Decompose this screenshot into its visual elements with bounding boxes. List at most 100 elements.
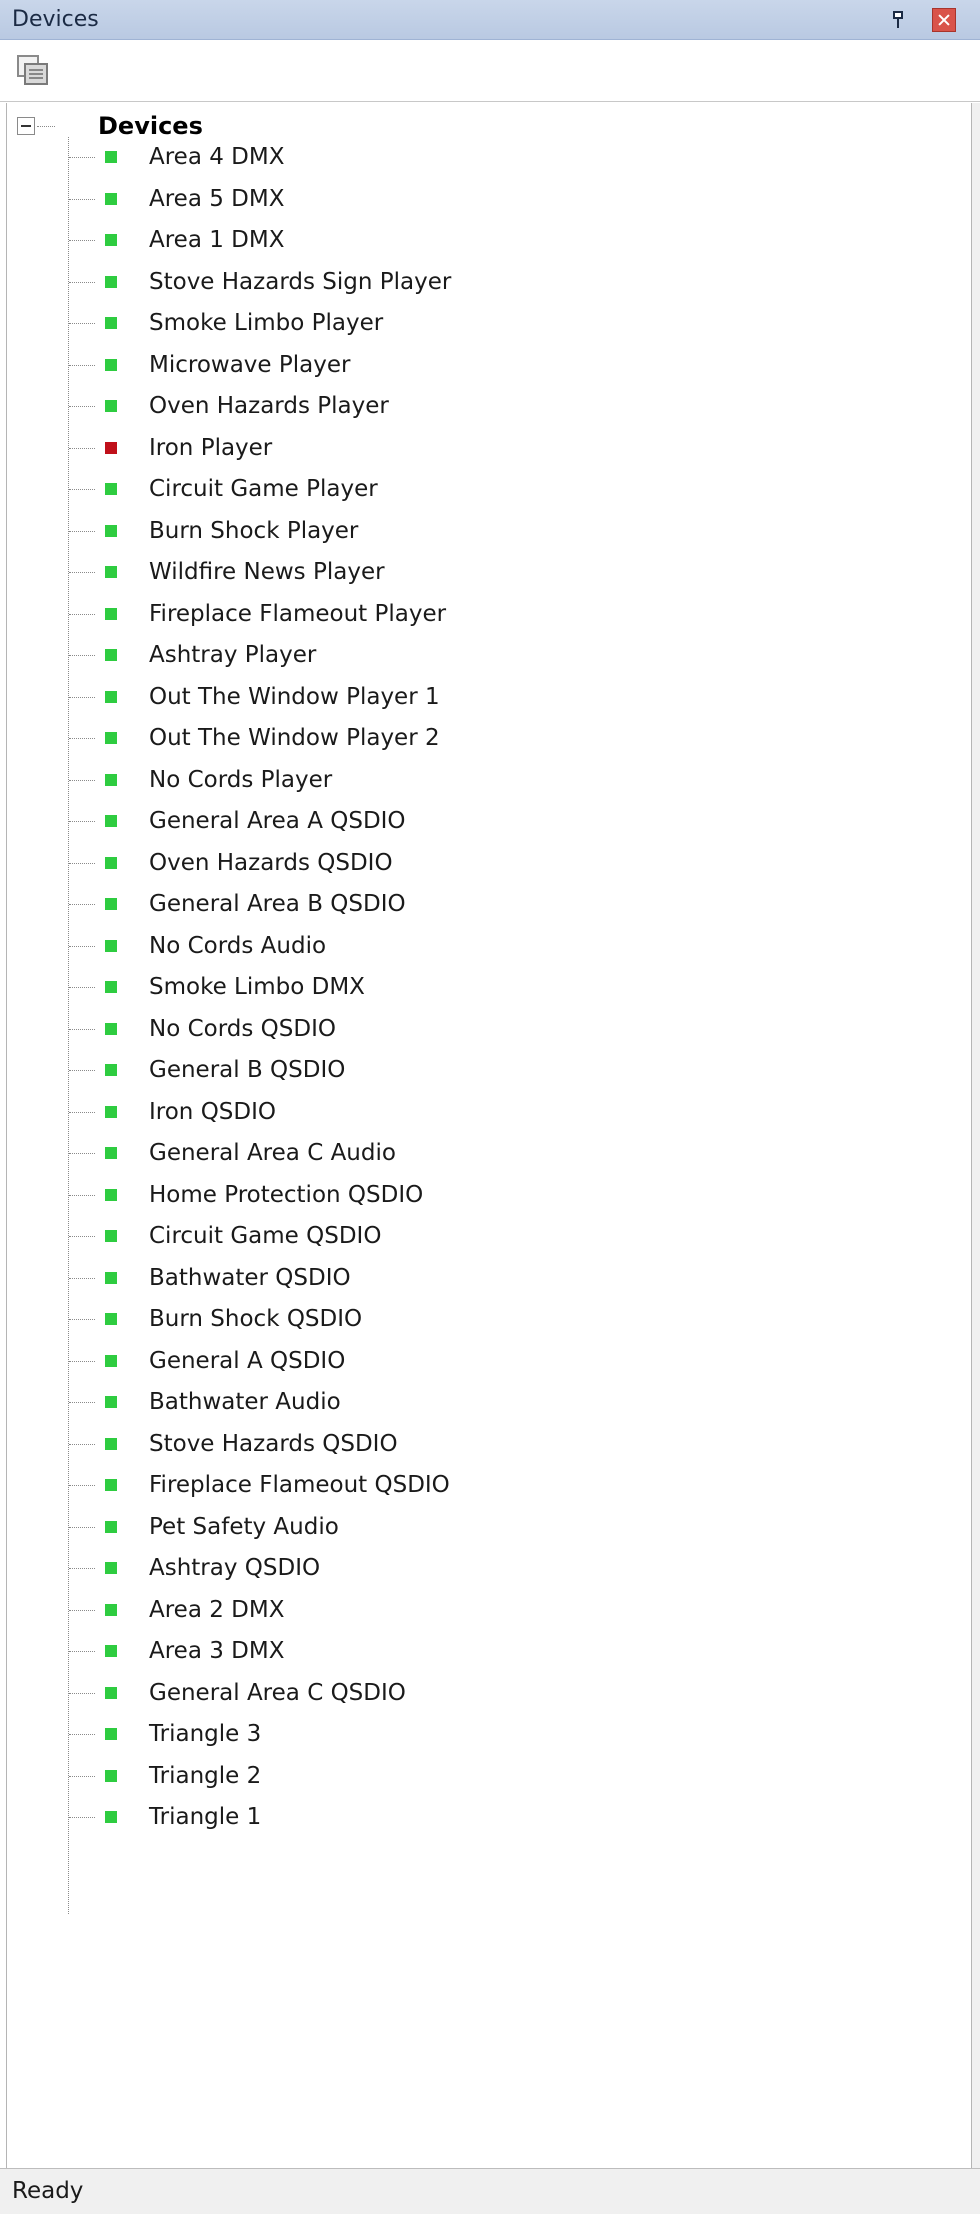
tree-item-label: General Area C Audio bbox=[149, 1140, 396, 1166]
tree-item[interactable]: Out The Window Player 2 bbox=[69, 718, 949, 759]
tree-item[interactable]: General Area A QSDIO bbox=[69, 801, 949, 842]
status-ok-icon bbox=[105, 1645, 117, 1657]
status-ok-icon bbox=[105, 317, 117, 329]
tree-item-label: Stove Hazards Sign Player bbox=[149, 268, 452, 295]
tree-item[interactable]: Circuit Game QSDIO bbox=[69, 1216, 949, 1257]
tree-item[interactable]: Smoke Limbo DMX bbox=[69, 967, 949, 1008]
status-ok-icon bbox=[105, 1396, 117, 1408]
tree-item-label: Iron Player bbox=[149, 434, 273, 461]
status-ok-icon bbox=[105, 649, 117, 661]
tree-item[interactable]: Ashtray QSDIO bbox=[69, 1548, 949, 1589]
tree-item-label: Triangle 3 bbox=[149, 1721, 262, 1747]
tree-item[interactable]: Burn Shock Player bbox=[69, 511, 949, 552]
status-ok-icon bbox=[105, 1147, 117, 1159]
tree-item[interactable]: General A QSDIO bbox=[69, 1341, 949, 1382]
status-ok-icon bbox=[105, 1520, 117, 1533]
status-ok-icon bbox=[105, 1437, 117, 1450]
status-ok-icon bbox=[105, 566, 117, 578]
status-ok-icon bbox=[105, 898, 117, 910]
tree-item[interactable]: Stove Hazards Sign Player bbox=[69, 262, 949, 303]
status-ok-icon bbox=[105, 1686, 117, 1699]
scrollbar[interactable] bbox=[972, 103, 980, 2168]
tree-item[interactable]: General Area C Audio bbox=[69, 1133, 949, 1174]
device-tree[interactable]: Devices Area 4 DMX Area 5 DMX Area 1 DMX St… bbox=[6, 103, 972, 2168]
tree-item-label: Burn Shock Player bbox=[149, 517, 359, 544]
tree-item[interactable]: Oven Hazards Player bbox=[69, 386, 949, 427]
status-ok-icon bbox=[105, 1603, 117, 1616]
tree-item[interactable]: No Cords QSDIO bbox=[69, 1009, 949, 1050]
tree-item[interactable]: Area 1 DMX bbox=[69, 220, 949, 261]
tree-item-label: Microwave Player bbox=[149, 351, 351, 378]
status-ok-icon bbox=[105, 981, 117, 993]
close-icon[interactable] bbox=[932, 8, 956, 32]
tree-item[interactable]: No Cords Player bbox=[69, 760, 949, 801]
tree-item[interactable]: Area 2 DMX bbox=[69, 1590, 949, 1631]
tree-item[interactable]: Area 4 DMX bbox=[69, 137, 949, 178]
status-ok-icon bbox=[105, 358, 117, 371]
tree-item-label: General Area A QSDIO bbox=[149, 808, 406, 834]
status-ok-icon bbox=[105, 607, 117, 620]
status-text: Ready bbox=[12, 2178, 84, 2204]
tree-item[interactable]: Out The Window Player 1 bbox=[69, 677, 949, 718]
copy-icon[interactable] bbox=[14, 53, 56, 91]
panel-title-bar: Devices bbox=[0, 0, 980, 40]
tree-item[interactable]: Fireplace Flameout QSDIO bbox=[69, 1465, 949, 1506]
toolbar bbox=[0, 40, 980, 102]
tree-item[interactable]: Stove Hazards QSDIO bbox=[69, 1424, 949, 1465]
tree-item[interactable]: Circuit Game Player bbox=[69, 469, 949, 510]
tree-item[interactable]: Home Protection QSDIO bbox=[69, 1175, 949, 1216]
tree-item-label: No Cords QSDIO bbox=[149, 1015, 336, 1042]
tree-item[interactable]: General Area B QSDIO bbox=[69, 884, 949, 925]
panel-title: Devices bbox=[12, 7, 99, 32]
tree-item[interactable]: Area 5 DMX bbox=[69, 179, 949, 220]
status-bar: Ready bbox=[0, 2168, 980, 2214]
tree-item-label: Iron QSDIO bbox=[149, 1098, 276, 1125]
tree-item[interactable]: Bathwater Audio bbox=[69, 1382, 949, 1423]
tree-item-label: Out The Window Player 1 bbox=[149, 683, 440, 710]
tree-item[interactable]: Pet Safety Audio bbox=[69, 1507, 949, 1548]
tree-item[interactable]: Ashtray Player bbox=[69, 635, 949, 676]
tree-item[interactable]: No Cords Audio bbox=[69, 926, 949, 967]
tree-item-label: Pet Safety Audio bbox=[149, 1513, 339, 1540]
tree-item-label: Bathwater Audio bbox=[149, 1389, 341, 1415]
tree-item[interactable]: Triangle 1 bbox=[69, 1797, 949, 1838]
status-ok-icon bbox=[105, 524, 117, 537]
tree-item-label: Burn Shock QSDIO bbox=[149, 1306, 363, 1332]
tree-item-label: Triangle 2 bbox=[149, 1762, 262, 1789]
tree-item[interactable]: Burn Shock QSDIO bbox=[69, 1299, 949, 1340]
pin-icon[interactable] bbox=[893, 11, 903, 29]
collapse-icon[interactable] bbox=[17, 117, 35, 135]
tree-item[interactable]: Iron QSDIO bbox=[69, 1092, 949, 1133]
tree-item[interactable]: Bathwater QSDIO bbox=[69, 1258, 949, 1299]
tree-item[interactable]: Microwave Player bbox=[69, 345, 949, 386]
tree-item-label: No Cords Player bbox=[149, 766, 333, 793]
tree-item-label: Ashtray Player bbox=[149, 642, 317, 668]
tree-item-label: General Area C QSDIO bbox=[149, 1679, 406, 1706]
tree-item-label: Circuit Game Player bbox=[149, 476, 378, 502]
tree-item-label: Fireplace Flameout Player bbox=[149, 600, 447, 627]
status-ok-icon bbox=[105, 275, 117, 288]
tree-item-label: Triangle 1 bbox=[149, 1804, 262, 1830]
tree-item[interactable]: Fireplace Flameout Player bbox=[69, 594, 949, 635]
tree-item-label: Home Protection QSDIO bbox=[149, 1181, 424, 1208]
status-ok-icon bbox=[105, 1479, 117, 1491]
status-ok-icon bbox=[105, 1064, 117, 1076]
status-ok-icon bbox=[105, 773, 117, 786]
tree-item-label: General B QSDIO bbox=[149, 1057, 346, 1083]
tree-item-label: General Area B QSDIO bbox=[149, 891, 406, 917]
tree-item-label: Smoke Limbo DMX bbox=[149, 974, 365, 1000]
status-ok-icon bbox=[105, 1105, 117, 1118]
tree-item[interactable]: Wildfire News Player bbox=[69, 552, 949, 593]
status-ok-icon bbox=[105, 939, 117, 952]
tree-item[interactable]: Iron Player bbox=[69, 428, 949, 469]
tree-item[interactable]: General B QSDIO bbox=[69, 1050, 949, 1091]
tree-item[interactable]: General Area C QSDIO bbox=[69, 1673, 949, 1714]
tree-item[interactable]: Area 3 DMX bbox=[69, 1631, 949, 1672]
tree-item[interactable]: Oven Hazards QSDIO bbox=[69, 843, 949, 884]
status-ok-icon bbox=[105, 400, 117, 412]
tree-item[interactable]: Smoke Limbo Player bbox=[69, 303, 949, 344]
tree-item[interactable]: Triangle 2 bbox=[69, 1756, 949, 1797]
tree-item-label: No Cords Audio bbox=[149, 932, 327, 959]
status-ok-icon bbox=[105, 815, 117, 827]
tree-item[interactable]: Triangle 3 bbox=[69, 1714, 949, 1755]
